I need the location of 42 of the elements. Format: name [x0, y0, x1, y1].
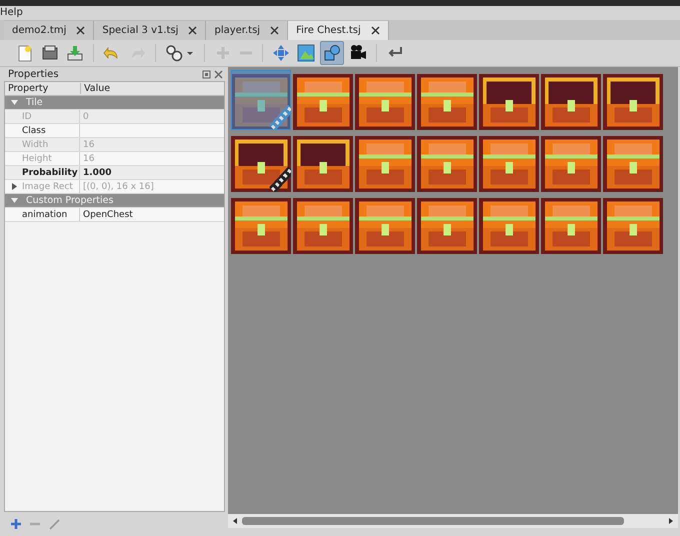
- right-arrow-icon[interactable]: [667, 517, 675, 525]
- image-icon: [297, 44, 315, 62]
- save-icon: [66, 44, 84, 62]
- close-icon[interactable]: [76, 26, 86, 35]
- open-icon: [41, 44, 59, 62]
- horizontal-scrollbar[interactable]: [228, 514, 678, 528]
- property-name: Probability: [22, 168, 78, 178]
- column-header[interactable]: Value: [81, 83, 110, 94]
- group-label: Tile: [26, 97, 43, 108]
- float-icon[interactable]: [202, 70, 211, 78]
- image-button[interactable]: [295, 42, 317, 64]
- chest-tile-drawing[interactable]: [231, 70, 291, 130]
- left-arrow-icon[interactable]: [231, 517, 239, 525]
- property-name: Class: [22, 126, 46, 136]
- document-tab[interactable]: player.tsj: [206, 20, 288, 40]
- document-tab[interactable]: Special 3 v1.tsj: [94, 20, 206, 40]
- new-icon: [16, 44, 34, 62]
- shapes-button[interactable]: [320, 41, 344, 65]
- camera-icon: [349, 44, 367, 62]
- document-tab[interactable]: demo2.tmj: [4, 20, 94, 40]
- property-value[interactable]: 1.000: [83, 168, 112, 178]
- group-label: Custom Properties: [26, 195, 114, 206]
- expanded-arrow-icon[interactable]: [11, 197, 18, 204]
- property-name: Width: [22, 140, 48, 150]
- property-name: Height: [22, 154, 52, 164]
- add-icon: [214, 44, 232, 62]
- column-header[interactable]: Property: [5, 83, 81, 94]
- close-icon[interactable]: [188, 26, 198, 35]
- close-icon[interactable]: [270, 26, 280, 35]
- shapes-icon: [323, 44, 341, 62]
- scrollbar-thumb[interactable]: [242, 517, 624, 525]
- close-icon[interactable]: [370, 26, 380, 35]
- property-name: animation: [22, 210, 68, 220]
- move-icon: [272, 44, 290, 62]
- property-name: ID: [22, 112, 32, 122]
- expanded-arrow-icon[interactable]: [11, 99, 18, 106]
- property-name: Image Rect: [22, 182, 73, 192]
- document-tab[interactable]: Fire Chest.tsj: [288, 20, 389, 40]
- menu-item[interactable]: Help: [0, 7, 23, 18]
- add-icon[interactable]: [10, 518, 22, 530]
- panel-title: Properties: [8, 68, 59, 80]
- property-value[interactable]: OpenChest: [83, 210, 133, 220]
